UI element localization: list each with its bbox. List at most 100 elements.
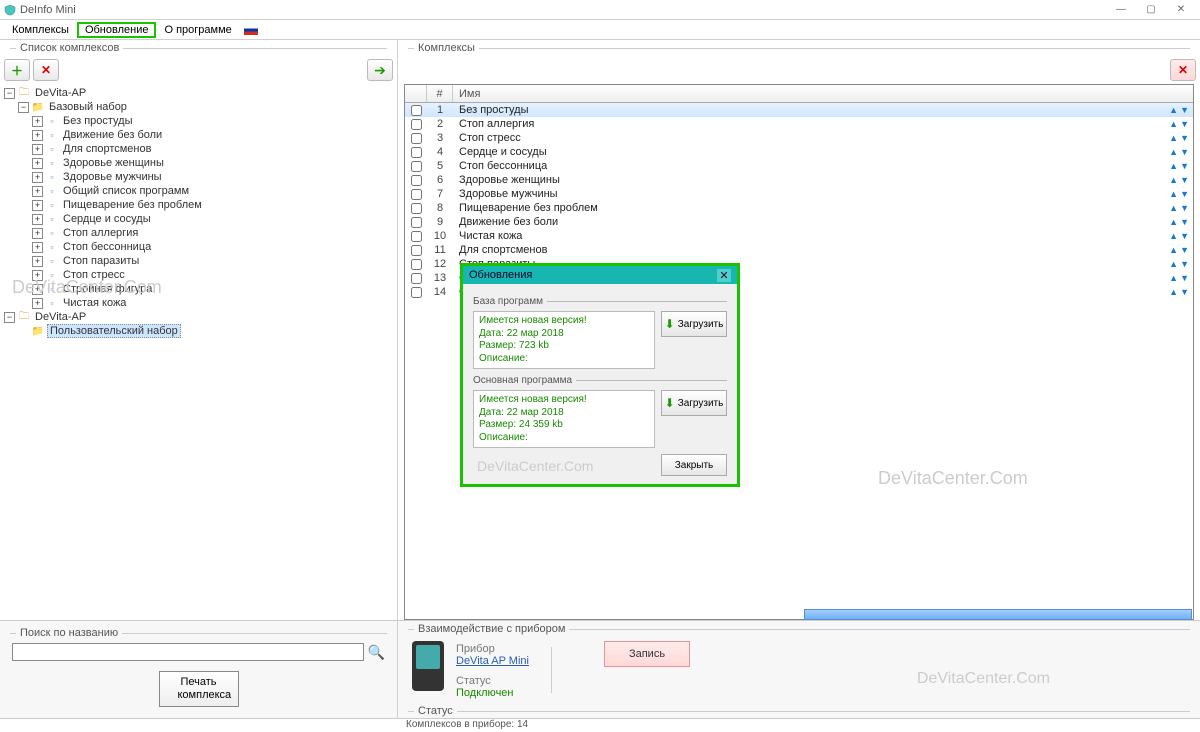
row-checkbox[interactable] [411,231,422,242]
move-up-icon[interactable]: ▲ [1169,204,1178,213]
row-checkbox[interactable] [411,217,422,228]
menu-complexes[interactable]: Комплексы [4,22,77,38]
table-row[interactable]: 8Пищеварение без проблем▲▼ [405,201,1193,215]
move-down-icon[interactable]: ▼ [1180,218,1189,227]
download-database-button[interactable]: ⬇ Загрузить [661,311,727,337]
tree-toggle-icon[interactable]: + [32,214,43,225]
maximize-button[interactable]: ▢ [1136,0,1166,20]
move-down-icon[interactable]: ▼ [1180,148,1189,157]
table-row[interactable]: 4Сердце и сосуды▲▼ [405,145,1193,159]
tree-toggle-icon[interactable]: + [32,172,43,183]
tree-row[interactable]: −🗀DeVita-AP [4,86,393,100]
transfer-right-button[interactable]: ➔ [367,59,393,81]
tree-toggle-icon[interactable]: + [32,284,43,295]
move-down-icon[interactable]: ▼ [1180,106,1189,115]
row-checkbox[interactable] [411,273,422,284]
close-button[interactable]: ✕ [1166,0,1196,20]
print-complex-button[interactable]: Печать комплекса [159,671,239,707]
col-number[interactable]: # [427,85,453,102]
tree-node-label[interactable]: Пользовательский набор [47,324,181,338]
row-checkbox[interactable] [411,189,422,200]
tree-toggle-icon[interactable]: + [32,130,43,141]
tree-toggle-icon[interactable]: − [4,312,15,323]
tree-node-label[interactable]: Базовый набор [47,101,129,113]
tree-node-label[interactable]: Здоровье женщины [61,157,166,169]
tree-node-label[interactable]: DeVita-AP [33,311,88,323]
tree-toggle-icon[interactable]: + [32,186,43,197]
tree-toggle-icon[interactable]: + [32,270,43,281]
tree-node-label[interactable]: Стоп аллергия [61,227,140,239]
row-checkbox[interactable] [411,161,422,172]
tree-row[interactable]: +▫Чистая кожа [4,296,393,310]
move-down-icon[interactable]: ▼ [1180,274,1189,283]
minimize-button[interactable]: — [1106,0,1136,20]
tree-row[interactable]: +▫Общий список программ [4,184,393,198]
tree-toggle-icon[interactable]: + [32,256,43,267]
tree-row[interactable]: +▫Стройная фигура [4,282,393,296]
table-row[interactable]: 6Здоровье женщины▲▼ [405,173,1193,187]
tree-node-label[interactable]: Стройная фигура [61,283,154,295]
tree-row[interactable]: 📁Пользовательский набор [4,324,393,338]
tree-row[interactable]: +▫Стоп аллергия [4,226,393,240]
delete-button[interactable]: ✕ [33,59,59,81]
clear-button[interactable]: ✕ [1170,59,1196,81]
tree-node-label[interactable]: Стоп бессонница [61,241,153,253]
row-checkbox[interactable] [411,259,422,270]
move-up-icon[interactable]: ▲ [1169,120,1178,129]
dialog-close-icon[interactable]: ✕ [717,269,731,282]
move-down-icon[interactable]: ▼ [1180,120,1189,129]
tree-row[interactable]: +▫Пищеварение без проблем [4,198,393,212]
table-row[interactable]: 11Для спортсменов▲▼ [405,243,1193,257]
row-checkbox[interactable] [411,175,422,186]
row-checkbox[interactable] [411,147,422,158]
search-input[interactable] [12,643,364,661]
table-row[interactable]: 5Стоп бессонница▲▼ [405,159,1193,173]
tree-toggle-icon[interactable]: + [32,158,43,169]
tree-node-label[interactable]: Общий список программ [61,185,191,197]
move-down-icon[interactable]: ▼ [1180,260,1189,269]
row-checkbox[interactable] [411,119,422,130]
tree-row[interactable]: +▫Движение без боли [4,128,393,142]
move-down-icon[interactable]: ▼ [1180,176,1189,185]
move-down-icon[interactable]: ▼ [1180,162,1189,171]
tree-row[interactable]: +▫Без простуды [4,114,393,128]
tree-toggle-icon[interactable]: − [4,88,15,99]
tree-toggle-icon[interactable]: + [32,298,43,309]
move-down-icon[interactable]: ▼ [1180,288,1189,297]
row-checkbox[interactable] [411,105,422,116]
tree-row[interactable]: +▫Стоп паразиты [4,254,393,268]
search-icon[interactable]: 🔍 [368,644,385,661]
tree-node-label[interactable]: Здоровье мужчины [61,171,164,183]
device-name-link[interactable]: DeVita AP Mini [456,655,529,667]
move-up-icon[interactable]: ▲ [1169,246,1178,255]
table-row[interactable]: 2Стоп аллергия▲▼ [405,117,1193,131]
tree-row[interactable]: +▫Сердце и сосуды [4,212,393,226]
row-checkbox[interactable] [411,287,422,298]
col-name[interactable]: Имя [453,85,1193,102]
language-flag-icon[interactable] [244,25,258,35]
table-row[interactable]: 1Без простуды▲▼ [405,103,1193,117]
col-checkbox[interactable] [405,85,427,102]
row-checkbox[interactable] [411,245,422,256]
move-down-icon[interactable]: ▼ [1180,134,1189,143]
move-up-icon[interactable]: ▲ [1169,218,1178,227]
tree-node-label[interactable]: Чистая кожа [61,297,128,309]
move-up-icon[interactable]: ▲ [1169,176,1178,185]
row-checkbox[interactable] [411,203,422,214]
add-button[interactable]: ＋ [4,59,30,81]
move-down-icon[interactable]: ▼ [1180,246,1189,255]
download-program-button[interactable]: ⬇ Загрузить [661,390,727,416]
tree-node-label[interactable]: Стоп паразиты [61,255,141,267]
move-up-icon[interactable]: ▲ [1169,274,1178,283]
move-up-icon[interactable]: ▲ [1169,260,1178,269]
menu-about[interactable]: О программе [156,22,239,38]
row-checkbox[interactable] [411,133,422,144]
write-button[interactable]: Запись [604,641,690,667]
tree-row[interactable]: +▫Для спортсменов [4,142,393,156]
tree-row[interactable]: +▫Стоп бессонница [4,240,393,254]
tree-row[interactable]: −📁Базовый набор [4,100,393,114]
tree-row[interactable]: +▫Стоп стресс [4,268,393,282]
tree-row[interactable]: +▫Здоровье мужчины [4,170,393,184]
tree-row[interactable]: +▫Здоровье женщины [4,156,393,170]
tree-node-label[interactable]: Для спортсменов [61,143,153,155]
